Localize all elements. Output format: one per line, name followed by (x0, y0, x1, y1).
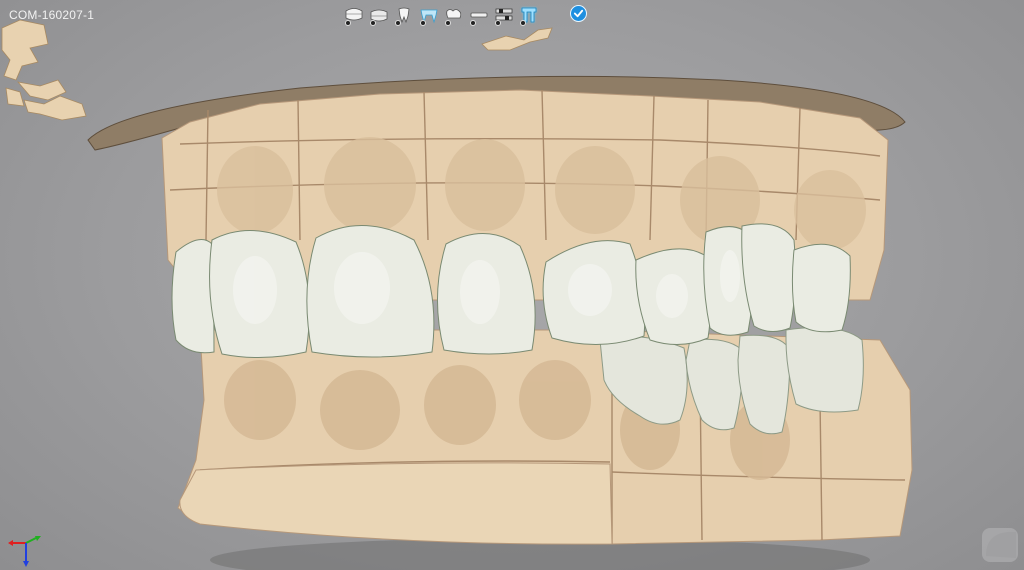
crown-molar-left (171, 239, 215, 354)
scan-fragment-top (481, 27, 553, 51)
axis-orientation-indicator (8, 536, 41, 567)
crown-molar-right (791, 243, 851, 333)
lower-base-front (179, 462, 613, 545)
view-cube-button[interactable] (978, 522, 1022, 566)
3d-viewport[interactable] (0, 0, 1024, 570)
scan-fragment-left (1, 19, 87, 121)
